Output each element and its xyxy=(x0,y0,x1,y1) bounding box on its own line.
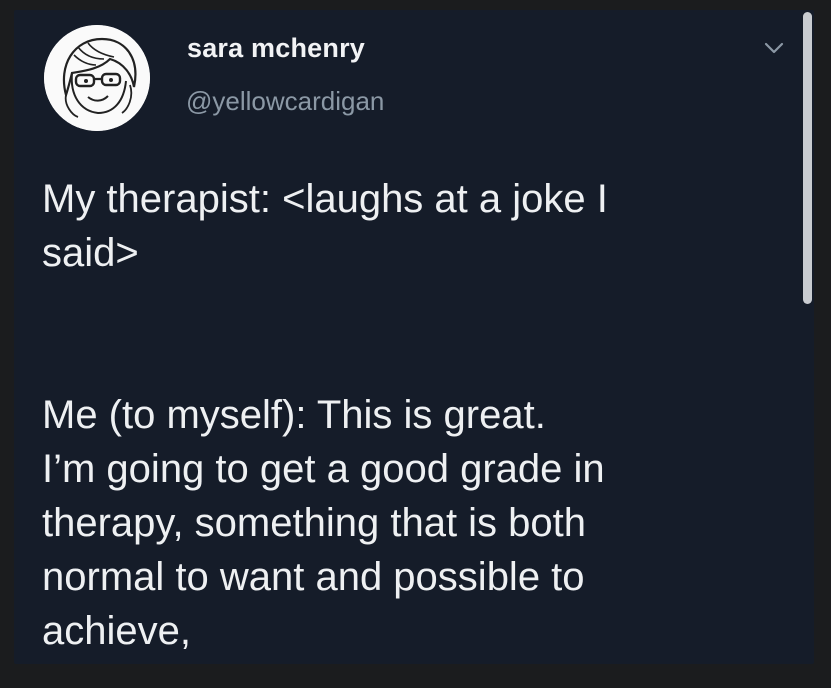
author-handle[interactable]: @yellowcardigan xyxy=(186,86,384,117)
tweet-paragraph-1: My therapist: <laughs at a joke I said> xyxy=(42,177,608,275)
tweet-paragraph-2: Me (to myself): This is great. I’m going… xyxy=(42,393,605,653)
scrollbar[interactable] xyxy=(803,12,812,304)
cartoon-woman-with-glasses-avatar-icon xyxy=(44,25,150,131)
tweet-text: My therapist: <laughs at a joke I said> … xyxy=(42,172,782,658)
avatar[interactable] xyxy=(44,25,150,131)
chevron-down-icon[interactable] xyxy=(762,38,786,58)
author-display-name[interactable]: sara mchenry xyxy=(187,33,365,64)
